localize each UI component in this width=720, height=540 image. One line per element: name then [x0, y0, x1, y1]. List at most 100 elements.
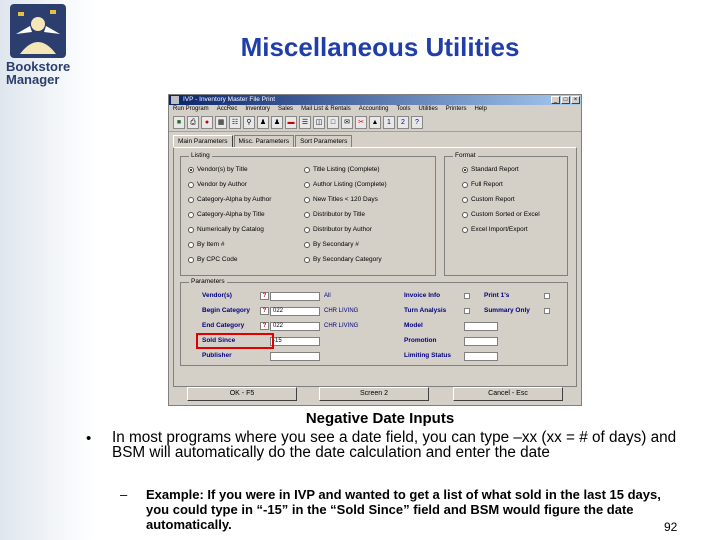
radio-standard-report[interactable]: Standard Report: [462, 166, 519, 173]
ivp-window: IVP - Inventory Master File Print _ □ × …: [168, 94, 582, 406]
sub-bullet-marker: –: [120, 487, 128, 502]
radio-by-cpc-code[interactable]: By CPC Code: [188, 256, 237, 263]
radio-by-secondary-category[interactable]: By Secondary Category: [304, 256, 382, 263]
invoice-info-label: Invoice Info: [404, 292, 441, 299]
begin-category-input[interactable]: 022: [270, 307, 320, 316]
menu-inventory[interactable]: Inventory: [245, 105, 270, 114]
menu-run-program[interactable]: Run Program: [173, 105, 209, 114]
tool-print-icon[interactable]: ⎙: [187, 116, 199, 129]
listing-label: Listing: [189, 152, 212, 159]
tab-misc-parameters[interactable]: Misc. Parameters: [233, 135, 295, 147]
page-number: 92: [664, 520, 678, 534]
tool-find-icon[interactable]: ⚲: [243, 116, 255, 129]
menu-utilities[interactable]: Utilities: [418, 105, 437, 114]
menu-printers[interactable]: Printers: [446, 105, 467, 114]
tool-doc-icon[interactable]: □: [327, 116, 339, 129]
parameters-label: Parameters: [189, 278, 227, 285]
menu-mail-list[interactable]: Mail List & Rentals: [301, 105, 351, 114]
window-title: IVP - Inventory Master File Print: [183, 96, 275, 103]
radio-author-listing[interactable]: Author Listing (Complete): [304, 181, 387, 188]
tool-calculator-icon[interactable]: ▦: [215, 116, 227, 129]
radio-new-titles[interactable]: New Titles < 120 Days: [304, 196, 378, 203]
toolbar: ■ ⎙ ● ▦ ☷ ⚲ ♟ ♟ ▬ ☰ ◫ □ ✉ ✂ ▲ 1 2 ?: [169, 114, 581, 132]
sold-since-input[interactable]: -15: [270, 337, 320, 346]
radio-category-by-title[interactable]: Category-Alpha by Title: [188, 211, 265, 218]
end-category-input[interactable]: 022: [270, 322, 320, 331]
bookstore-manager-logo: Bookstore Manager: [6, 4, 70, 92]
tool-two-icon[interactable]: 2: [397, 116, 409, 129]
model-label: Model: [404, 322, 423, 329]
limiting-status-label: Limiting Status: [404, 352, 451, 359]
maximize-button[interactable]: □: [561, 96, 570, 104]
promotion-input[interactable]: [464, 337, 498, 346]
summary-only-checkbox[interactable]: [544, 308, 550, 314]
begin-category-lookup-button[interactable]: ?: [260, 307, 269, 315]
sold-since-highlight: [196, 333, 274, 349]
radio-vendor-by-author[interactable]: Vendor by Author: [188, 181, 247, 188]
tool-list-icon[interactable]: ☰: [299, 116, 311, 129]
turn-analysis-checkbox[interactable]: [464, 308, 470, 314]
radio-custom-report[interactable]: Custom Report: [462, 196, 515, 203]
tool-one-icon[interactable]: 1: [383, 116, 395, 129]
tab-strip: Main Parameters Misc. Parameters Sort Pa…: [173, 135, 353, 148]
main-parameters-panel: Listing Format Vendor(s) by Title Vendor…: [173, 147, 577, 387]
logo-text-line2: Manager: [6, 72, 60, 87]
logo-text: Bookstore Manager: [6, 60, 78, 86]
menu-accrec[interactable]: AccRec: [217, 105, 238, 114]
app-icon: [171, 96, 179, 104]
limiting-status-input[interactable]: [464, 352, 498, 361]
radio-title-listing[interactable]: Title Listing (Complete): [304, 166, 380, 173]
cancel-button[interactable]: Cancel - Esc: [453, 387, 563, 401]
radio-excel-import[interactable]: Excel Import/Export: [462, 226, 528, 233]
menu-accounting[interactable]: Accounting: [359, 105, 389, 114]
tool-paste-icon[interactable]: ◫: [313, 116, 325, 129]
tool-book-icon[interactable]: ▬: [285, 116, 297, 129]
tool-save-icon[interactable]: ■: [173, 116, 185, 129]
publisher-label: Publisher: [202, 352, 232, 359]
format-label: Format: [453, 152, 478, 159]
vendor-input[interactable]: [270, 292, 320, 301]
tool-mail-icon[interactable]: ✉: [341, 116, 353, 129]
radio-full-report[interactable]: Full Report: [462, 181, 503, 188]
model-input[interactable]: [464, 322, 498, 331]
radio-by-secondary[interactable]: By Secondary #: [304, 241, 359, 248]
summary-only-label: Summary Only: [484, 307, 530, 314]
tool-users-icon[interactable]: ♟: [257, 116, 269, 129]
tool-person-icon[interactable]: ♟: [271, 116, 283, 129]
tab-sort-parameters[interactable]: Sort Parameters: [295, 135, 353, 147]
publisher-input[interactable]: [270, 352, 320, 361]
ok-button[interactable]: OK - F5: [187, 387, 297, 401]
window-controls: _ □ ×: [551, 96, 580, 104]
minimize-button[interactable]: _: [551, 96, 560, 104]
close-button[interactable]: ×: [571, 96, 580, 104]
end-category-lookup-button[interactable]: ?: [260, 322, 269, 330]
invoice-info-checkbox[interactable]: [464, 293, 470, 299]
end-category-label: End Category: [202, 322, 245, 329]
tool-calendar-icon[interactable]: ☷: [229, 116, 241, 129]
tool-chart-icon[interactable]: ▲: [369, 116, 381, 129]
tool-cut-icon[interactable]: ✂: [355, 116, 367, 129]
screen2-button[interactable]: Screen 2: [319, 387, 429, 401]
bullet-text: In most programs where you see a date fi…: [112, 429, 677, 461]
begin-category-label: Begin Category: [202, 307, 251, 314]
tool-help-icon[interactable]: ?: [411, 116, 423, 129]
radio-category-by-author[interactable]: Category-Alpha by Author: [188, 196, 271, 203]
vendor-label: Vendor(s): [202, 292, 232, 299]
logo-mark-icon: [10, 4, 66, 58]
end-category-value: CHR LIVING: [324, 323, 359, 329]
turn-analysis-label: Turn Analysis: [404, 307, 447, 314]
radio-distributor-by-title[interactable]: Distributor by Title: [304, 211, 365, 218]
print-ones-checkbox[interactable]: [544, 293, 550, 299]
radio-custom-sorted[interactable]: Custom Sorted or Excel: [462, 211, 540, 218]
vendor-value: All: [324, 293, 331, 299]
radio-distributor-by-author[interactable]: Distributor by Author: [304, 226, 372, 233]
radio-vendor-by-title[interactable]: Vendor(s) by Title: [188, 166, 248, 173]
tool-stop-icon[interactable]: ●: [201, 116, 213, 129]
radio-numerically-by-catalog[interactable]: Numerically by Catalog: [188, 226, 264, 233]
print-ones-label: Print 1's: [484, 292, 510, 299]
menu-help[interactable]: Help: [474, 105, 486, 114]
radio-by-item[interactable]: By Item #: [188, 241, 224, 248]
menu-sales[interactable]: Sales: [278, 105, 293, 114]
vendor-lookup-button[interactable]: ?: [260, 292, 269, 300]
menu-tools[interactable]: Tools: [396, 105, 410, 114]
